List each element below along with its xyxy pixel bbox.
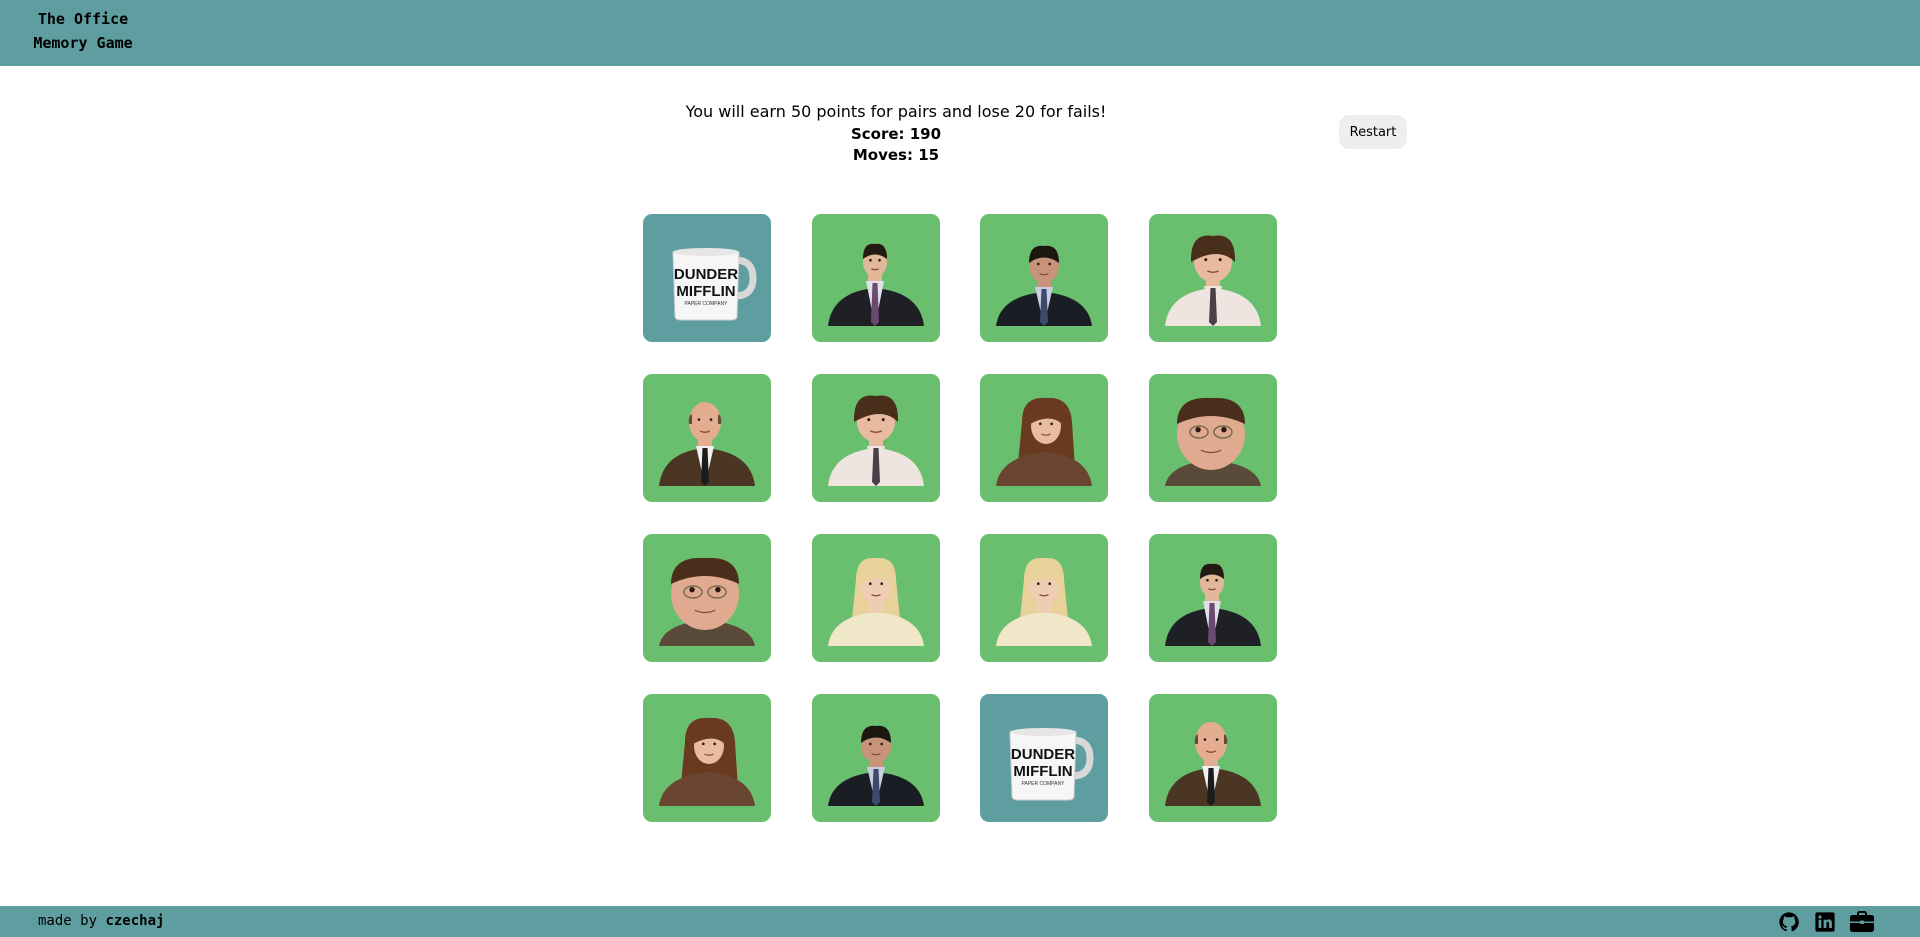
score-label: Score: bbox=[850, 125, 905, 143]
memory-card[interactable]: DUNDER MIFFLIN PAPER COMPANY bbox=[980, 694, 1109, 822]
memory-card[interactable] bbox=[1149, 534, 1278, 662]
dwight-portrait bbox=[659, 557, 755, 646]
moves-label: Moves: bbox=[852, 146, 913, 164]
author-link[interactable]: czechaj bbox=[105, 913, 164, 929]
jim-portrait bbox=[1165, 235, 1262, 326]
dunder-mifflin-mug-icon: DUNDERMIFFLINPAPER COMPANY bbox=[1009, 728, 1094, 801]
memory-card[interactable] bbox=[643, 694, 771, 822]
svg-text:MIFFLIN: MIFFLIN bbox=[1014, 763, 1073, 780]
memory-card[interactable] bbox=[1149, 214, 1278, 342]
kevin-portrait bbox=[1165, 722, 1262, 806]
briefcase-icon[interactable] bbox=[1849, 911, 1875, 933]
memory-card[interactable] bbox=[811, 534, 940, 662]
card-board: DUNDER MIFFLIN PAPER COMPANY DUNDER MIFFLIN P… bbox=[643, 214, 1278, 822]
angela-portrait bbox=[996, 557, 1093, 646]
memory-card[interactable] bbox=[980, 374, 1109, 502]
svg-text:DUNDER: DUNDER bbox=[674, 266, 738, 283]
memory-card[interactable] bbox=[643, 374, 771, 502]
logo-line-2: Memory Game bbox=[33, 34, 133, 52]
memory-card[interactable] bbox=[811, 214, 940, 342]
memory-card[interactable]: DUNDER MIFFLIN PAPER COMPANY bbox=[643, 214, 771, 342]
memory-card[interactable] bbox=[1149, 694, 1278, 822]
memory-card[interactable] bbox=[811, 374, 940, 502]
angela-portrait bbox=[827, 557, 924, 646]
linkedin-icon[interactable] bbox=[1812, 911, 1838, 933]
ryan-portrait bbox=[1165, 563, 1262, 646]
svg-text:PAPER COMPANY: PAPER COMPANY bbox=[1022, 781, 1066, 787]
made-by-label: made by bbox=[38, 913, 98, 929]
svg-text:MIFFLIN: MIFFLIN bbox=[676, 283, 735, 300]
memory-card[interactable] bbox=[980, 214, 1109, 342]
memory-card[interactable] bbox=[1149, 374, 1278, 502]
svg-text:PAPER COMPANY: PAPER COMPANY bbox=[685, 301, 729, 307]
michael-portrait bbox=[996, 245, 1093, 326]
memory-card[interactable] bbox=[980, 534, 1109, 662]
footer: made by czechaj bbox=[0, 906, 1920, 937]
app-logo[interactable]: The Office Memory Game bbox=[24, 7, 142, 55]
credit-text: made by czechaj bbox=[38, 913, 164, 929]
moves-display: Moves: 15 bbox=[0, 145, 1792, 166]
pam-portrait bbox=[996, 397, 1093, 486]
score-value: 190 bbox=[909, 125, 942, 143]
dwight-portrait bbox=[1165, 397, 1262, 486]
logo-line-1: The Office bbox=[37, 10, 129, 28]
memory-card[interactable] bbox=[643, 534, 771, 662]
kevin-portrait bbox=[659, 402, 755, 486]
restart-button[interactable]: Restart bbox=[1339, 115, 1407, 149]
pam-portrait bbox=[659, 717, 755, 806]
michael-portrait bbox=[827, 725, 924, 806]
ryan-portrait bbox=[827, 243, 924, 326]
moves-value: 15 bbox=[918, 146, 940, 164]
memory-card[interactable] bbox=[811, 694, 940, 822]
svg-text:DUNDER: DUNDER bbox=[1011, 746, 1075, 763]
rules-text: You will earn 50 points for pairs and lo… bbox=[685, 102, 1107, 121]
jim-portrait bbox=[827, 395, 924, 486]
dunder-mifflin-mug-icon: DUNDERMIFFLINPAPER COMPANY bbox=[672, 248, 757, 321]
score-display: Score: 190 bbox=[0, 124, 1792, 145]
game-info: You will earn 50 points for pairs and lo… bbox=[0, 100, 1792, 166]
github-icon[interactable] bbox=[1776, 911, 1802, 933]
top-header: The Office Memory Game bbox=[0, 0, 1920, 66]
